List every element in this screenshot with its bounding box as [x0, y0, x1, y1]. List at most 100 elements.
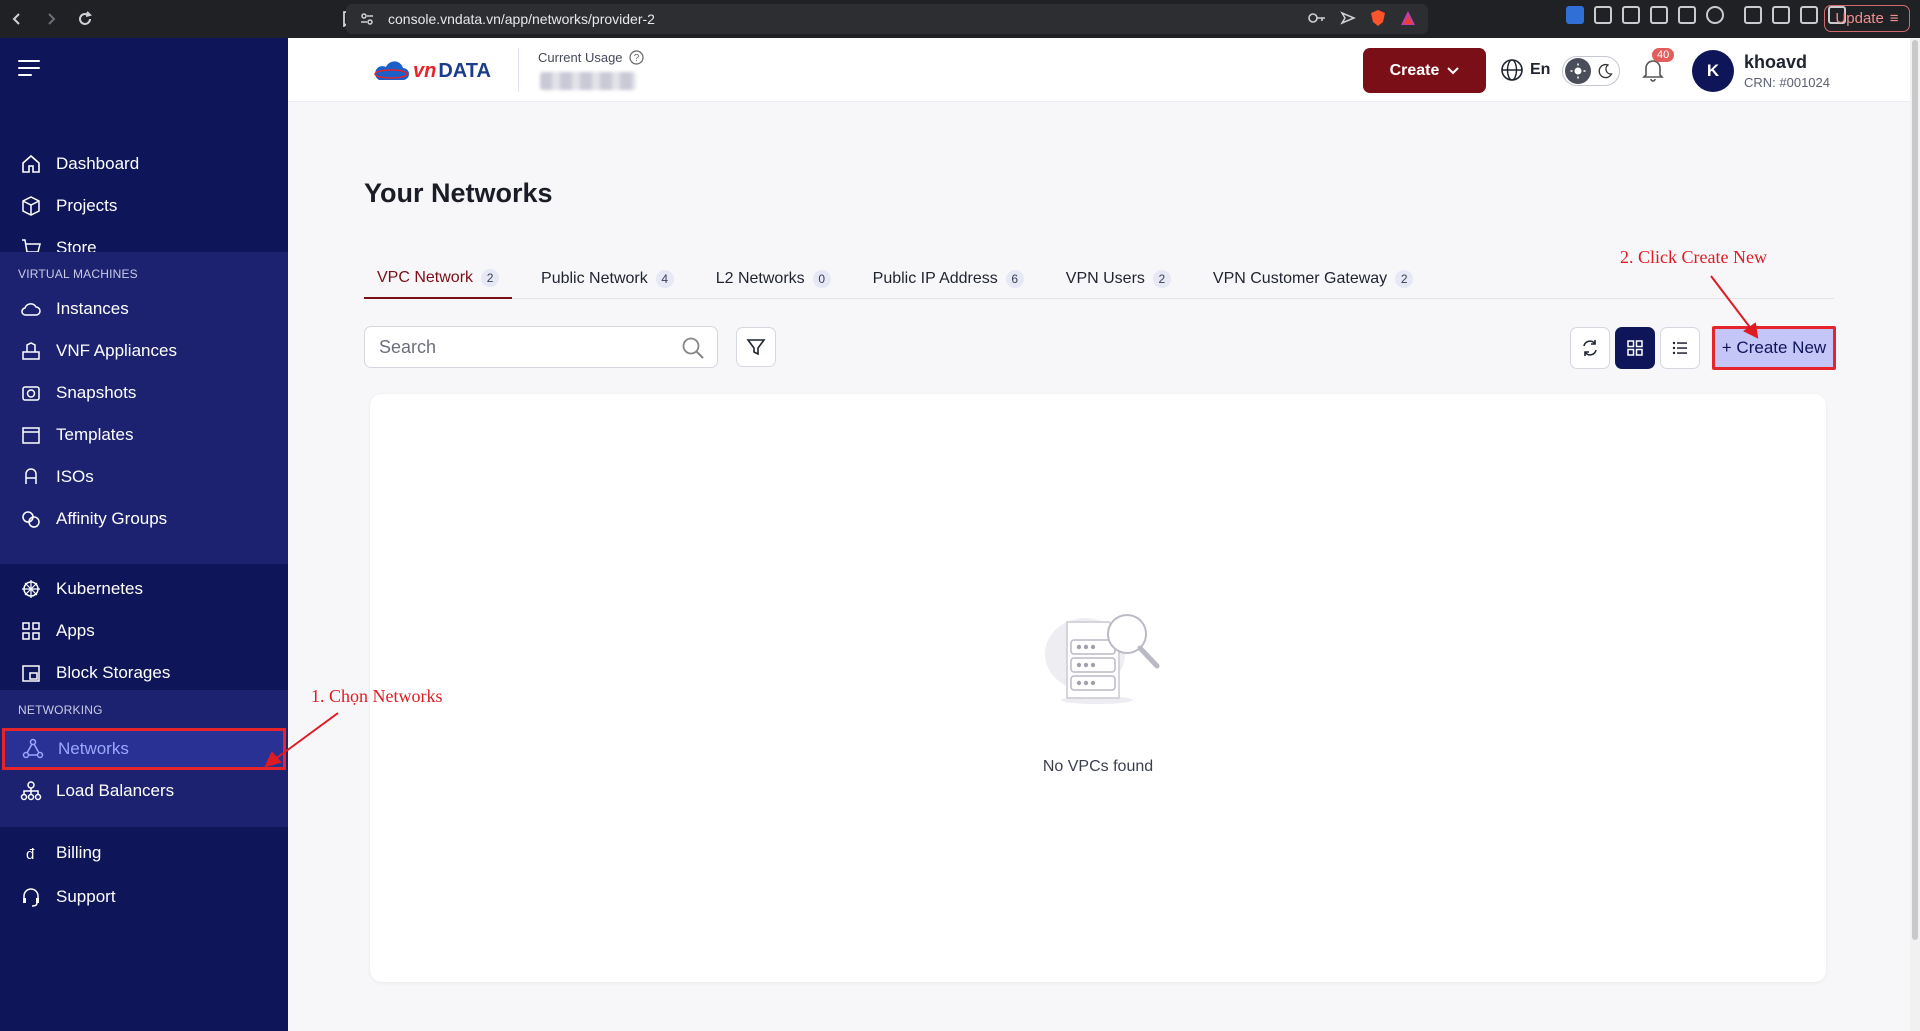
empty-state-card: No VPCs found — [370, 394, 1826, 982]
list-view-icon — [1672, 341, 1687, 355]
logo-data-text: DATA — [438, 60, 491, 82]
sidebar-networking-group: NETWORKING Networks Load Balancers — [0, 690, 288, 827]
forward-arrow-icon — [48, 13, 56, 25]
tab-vpn-users[interactable]: VPN Users 2 — [1053, 259, 1184, 299]
support-icon — [23, 888, 39, 907]
tab-vpn-customer-gateway[interactable]: VPN Customer Gateway 2 — [1200, 259, 1426, 299]
extensions-row — [1566, 6, 1846, 24]
network-icon — [22, 738, 44, 759]
logo-cloud-icon — [374, 60, 409, 80]
tab-label: VPN Customer Gateway — [1212, 270, 1388, 287]
billing-icon: đ — [26, 846, 35, 863]
search-icon[interactable] — [681, 336, 705, 360]
list-view-button[interactable] — [1660, 327, 1700, 369]
page-title: Your Networks — [364, 178, 553, 208]
hamburger-menu-icon[interactable] — [18, 60, 40, 81]
vndata-logo[interactable]: vn DATA — [373, 60, 491, 83]
sidebar-item-vnf-appliances[interactable]: VNF Appliances — [0, 330, 288, 372]
extension-scan-icon[interactable] — [1678, 6, 1696, 24]
sidebar-item-label: Dashboard — [56, 154, 140, 173]
brave-shield-icon[interactable] — [1370, 9, 1386, 27]
sidebar-item-templates[interactable]: Templates — [0, 414, 288, 456]
svg-text:?: ? — [633, 53, 639, 64]
key-icon[interactable] — [1308, 12, 1326, 24]
sidebar-item-affinity-groups[interactable]: Affinity Groups — [0, 498, 288, 540]
tab-count-badge: 2 — [481, 269, 500, 287]
theme-toggle[interactable] — [1562, 56, 1620, 86]
extension-puzzle-icon[interactable] — [1622, 6, 1640, 24]
extension-qr-icon[interactable] — [1594, 6, 1612, 24]
tab-count-badge: 6 — [1005, 270, 1024, 288]
sidebar-item-snapshots[interactable]: Snapshots — [0, 372, 288, 414]
sidebar-item-label: Kubernetes — [56, 579, 143, 598]
annotation-step1: 1. Chọn Networks — [311, 686, 443, 706]
sidebar-item-projects[interactable]: Projects — [0, 185, 288, 227]
tab-label: L2 Networks — [715, 270, 805, 287]
user-name[interactable]: khoavd — [1744, 52, 1807, 73]
camera-icon — [22, 386, 40, 401]
page-scrollbar-thumb[interactable] — [1912, 40, 1918, 940]
create-label: Create — [1389, 61, 1440, 79]
tab-count-badge: 2 — [1152, 270, 1171, 288]
section-virtual-machines: VIRTUAL MACHINES — [18, 267, 138, 281]
sidebar-item-label: Snapshots — [56, 383, 137, 402]
tab-label: VPN Users — [1065, 270, 1145, 287]
sidebar-item-support[interactable]: Support — [0, 876, 288, 918]
tab-count-badge: 4 — [655, 270, 674, 288]
update-button[interactable]: Update ≡ — [1824, 5, 1910, 32]
template-icon — [22, 427, 40, 444]
sidebar-item-kubernetes[interactable]: Kubernetes — [0, 568, 288, 610]
kubernetes-icon — [22, 580, 40, 598]
sidebar-item-networks[interactable]: Networks — [2, 728, 286, 770]
site-settings-icon — [361, 13, 373, 25]
sidebar-item-dashboard[interactable]: Dashboard — [0, 143, 288, 185]
tab-label: Public Network — [541, 270, 648, 287]
tab-public-ip-address[interactable]: Public IP Address 6 — [860, 259, 1037, 299]
sidebar-bottom-group: đ Billing Support — [0, 832, 288, 918]
reload-icon — [79, 11, 92, 25]
extension-shield-icon[interactable] — [1566, 6, 1584, 24]
back-button[interactable] — [0, 0, 34, 38]
extension-ai-icon[interactable] — [1706, 6, 1724, 24]
send-icon[interactable] — [1340, 11, 1356, 25]
sidebar-item-billing[interactable]: đ Billing — [0, 832, 288, 874]
search-field — [364, 326, 718, 368]
tab-vpc-network[interactable]: VPC Network 2 — [364, 259, 513, 299]
wallet-icon[interactable] — [1800, 6, 1818, 24]
refresh-button[interactable] — [1570, 327, 1610, 369]
sidebar-item-apps[interactable]: Apps — [0, 610, 288, 652]
language-selector[interactable]: En — [1500, 58, 1550, 82]
sidebar-item-label: ISOs — [56, 467, 94, 486]
sidebar-item-block-storages[interactable]: Block Storages — [0, 652, 288, 694]
filter-button[interactable] — [736, 327, 776, 367]
help-icon[interactable]: ? — [628, 50, 644, 65]
tab-public-network[interactable]: Public Network 4 — [528, 259, 687, 299]
reload-button[interactable] — [68, 0, 102, 38]
current-usage-value-blurred — [540, 72, 636, 90]
apps-icon — [22, 622, 40, 640]
brave-rewards-icon[interactable] — [1400, 10, 1416, 26]
sidebar-item-label: Projects — [56, 196, 118, 215]
sidebar-item-label: Apps — [56, 621, 95, 640]
update-label: Update — [1835, 10, 1884, 27]
sidebar-item-instances[interactable]: Instances — [0, 288, 288, 330]
media-icon[interactable] — [1744, 6, 1762, 24]
filter-icon — [746, 339, 766, 356]
sidebar-item-label: Instances — [56, 299, 129, 318]
extension-screenshot-icon[interactable] — [1650, 6, 1668, 24]
load-balancer-icon — [20, 781, 42, 801]
annotation-step2: 2. Click Create New — [1620, 247, 1767, 267]
sidebar-item-isos[interactable]: ISOs — [0, 456, 288, 498]
sidebar-toggle-icon[interactable] — [1772, 6, 1790, 24]
app-header: vn DATA Current Usage ? Create En 40 K kh… — [288, 38, 1920, 102]
avatar[interactable]: K — [1692, 50, 1734, 92]
sidebar-item-load-balancers[interactable]: Load Balancers — [0, 770, 288, 812]
forward-button[interactable] — [34, 0, 68, 38]
create-new-button[interactable]: + Create New — [1712, 326, 1836, 370]
create-dropdown-button[interactable]: Create — [1363, 48, 1486, 93]
search-input[interactable] — [379, 336, 669, 358]
tab-label: Public IP Address — [872, 270, 998, 287]
grid-view-button[interactable] — [1615, 327, 1655, 369]
tab-l2-networks[interactable]: L2 Networks 0 — [703, 259, 844, 299]
address-bar[interactable]: console.vndata.vn/app/networks/provider-… — [346, 4, 1428, 34]
